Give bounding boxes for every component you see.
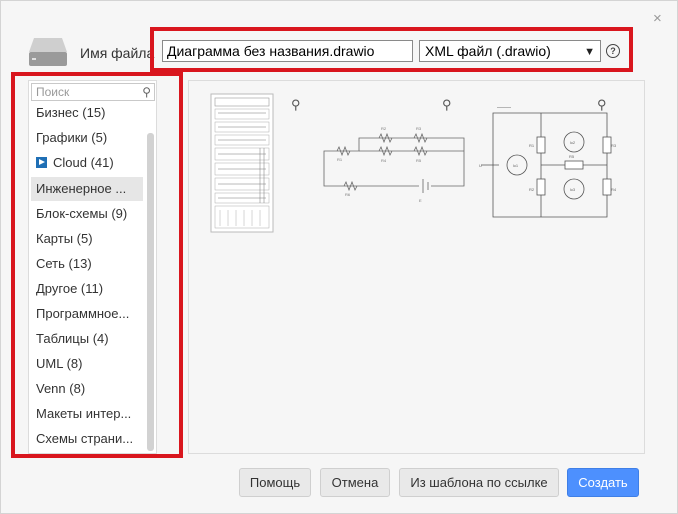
template-thumbnail-cabinet[interactable]	[210, 93, 274, 233]
svg-text:R1: R1	[529, 143, 535, 148]
template-thumbnail-mesh-circuit[interactable]: R1 R2 R3 R4 R5 Iк1 Iк2 Iк3 U	[477, 107, 617, 219]
template-thumbnail-circuit[interactable]: R1 R2 R3 R4 R5 R6 E	[319, 116, 469, 206]
highlight-frame-filename	[150, 27, 633, 72]
svg-text:Iк3: Iк3	[570, 187, 576, 192]
new-diagram-dialog: × Имя файла XML файл (.drawio) ▼ ? Поиск…	[0, 0, 678, 514]
svg-text:Iк2: Iк2	[570, 140, 576, 145]
svg-text:R3: R3	[416, 126, 422, 131]
help-button[interactable]: Помощь	[239, 468, 311, 497]
svg-text:R4: R4	[381, 158, 387, 163]
zoom-icon[interactable]: ⚲	[291, 97, 301, 113]
svg-text:R3: R3	[611, 143, 617, 148]
svg-text:R2: R2	[381, 126, 387, 131]
filename-label: Имя файла	[80, 45, 155, 61]
svg-text:Iк1: Iк1	[513, 163, 519, 168]
svg-text:R4: R4	[611, 187, 617, 192]
close-icon[interactable]: ×	[653, 10, 662, 27]
zoom-icon[interactable]: ⚲	[597, 97, 607, 113]
from-url-button[interactable]: Из шаблона по ссылке	[399, 468, 559, 497]
svg-text:R5: R5	[416, 158, 422, 163]
svg-text:U: U	[479, 163, 482, 168]
svg-text:R6: R6	[345, 192, 351, 197]
svg-text:R2: R2	[529, 187, 535, 192]
create-button[interactable]: Создать	[567, 468, 639, 497]
zoom-icon[interactable]: ⚲	[442, 97, 452, 113]
svg-text:R5: R5	[569, 154, 575, 159]
cancel-button[interactable]: Отмена	[320, 468, 390, 497]
svg-text:R1: R1	[337, 157, 343, 162]
template-gallery: ⚲ R1 R2 R3 R4 R5 R6 E ⚲ R1 R2 R3 R4 R5 I…	[188, 80, 645, 454]
disk-icon	[29, 38, 67, 66]
svg-text:E: E	[419, 198, 422, 203]
highlight-frame-categories	[11, 72, 183, 458]
